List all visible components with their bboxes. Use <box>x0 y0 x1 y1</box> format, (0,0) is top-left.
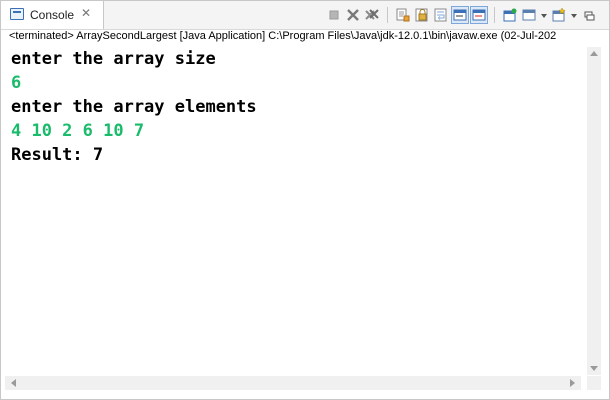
console-toolbar <box>326 6 597 24</box>
chevron-down-icon[interactable] <box>570 7 578 23</box>
scroll-left-icon[interactable] <box>11 379 16 387</box>
close-icon[interactable]: ✕ <box>81 6 91 20</box>
launch-status: <terminated> ArraySecondLargest [Java Ap… <box>9 30 557 42</box>
scrollbar-corner <box>587 376 601 390</box>
console-output-line: Result: 7 <box>11 145 104 165</box>
scroll-lock-icon[interactable] <box>414 7 430 23</box>
minimize-icon[interactable] <box>581 7 597 23</box>
chevron-down-icon[interactable] <box>540 7 548 23</box>
horizontal-scrollbar[interactable] <box>5 376 581 390</box>
console-output-line: enter the array elements <box>11 97 257 117</box>
show-console-on-stdout-icon[interactable] <box>451 6 469 24</box>
scroll-right-icon[interactable] <box>570 379 575 387</box>
console-icon <box>10 8 24 20</box>
tab-console[interactable]: Console ✕ <box>1 1 104 29</box>
view-tab-bar: Console ✕ <box>1 1 609 30</box>
scroll-up-icon[interactable] <box>590 51 598 56</box>
clear-console-icon[interactable] <box>395 7 411 23</box>
remove-launch-icon[interactable] <box>345 7 361 23</box>
pin-console-icon[interactable] <box>502 7 518 23</box>
console-input-line: 6 <box>11 73 22 93</box>
terminate-icon[interactable] <box>326 7 342 23</box>
remove-all-terminated-icon[interactable] <box>364 7 380 23</box>
show-console-on-stderr-icon[interactable] <box>470 6 488 24</box>
vertical-scrollbar[interactable] <box>587 47 601 375</box>
console-output-line: enter the array size <box>11 49 216 69</box>
toolbar-separator <box>387 7 388 23</box>
console-input-line: 4 10 2 6 10 7 <box>11 121 145 141</box>
tab-label: Console <box>30 8 75 22</box>
scroll-down-icon[interactable] <box>590 366 598 371</box>
console-output[interactable]: enter the array size 6 enter the array ele… <box>5 47 587 375</box>
toolbar-separator <box>494 7 495 23</box>
word-wrap-icon[interactable] <box>433 7 449 23</box>
open-console-icon[interactable] <box>551 7 567 23</box>
console-view: Console ✕ <terminated> ArraySecondLarges… <box>0 0 610 400</box>
display-selected-console-icon[interactable] <box>521 7 537 23</box>
